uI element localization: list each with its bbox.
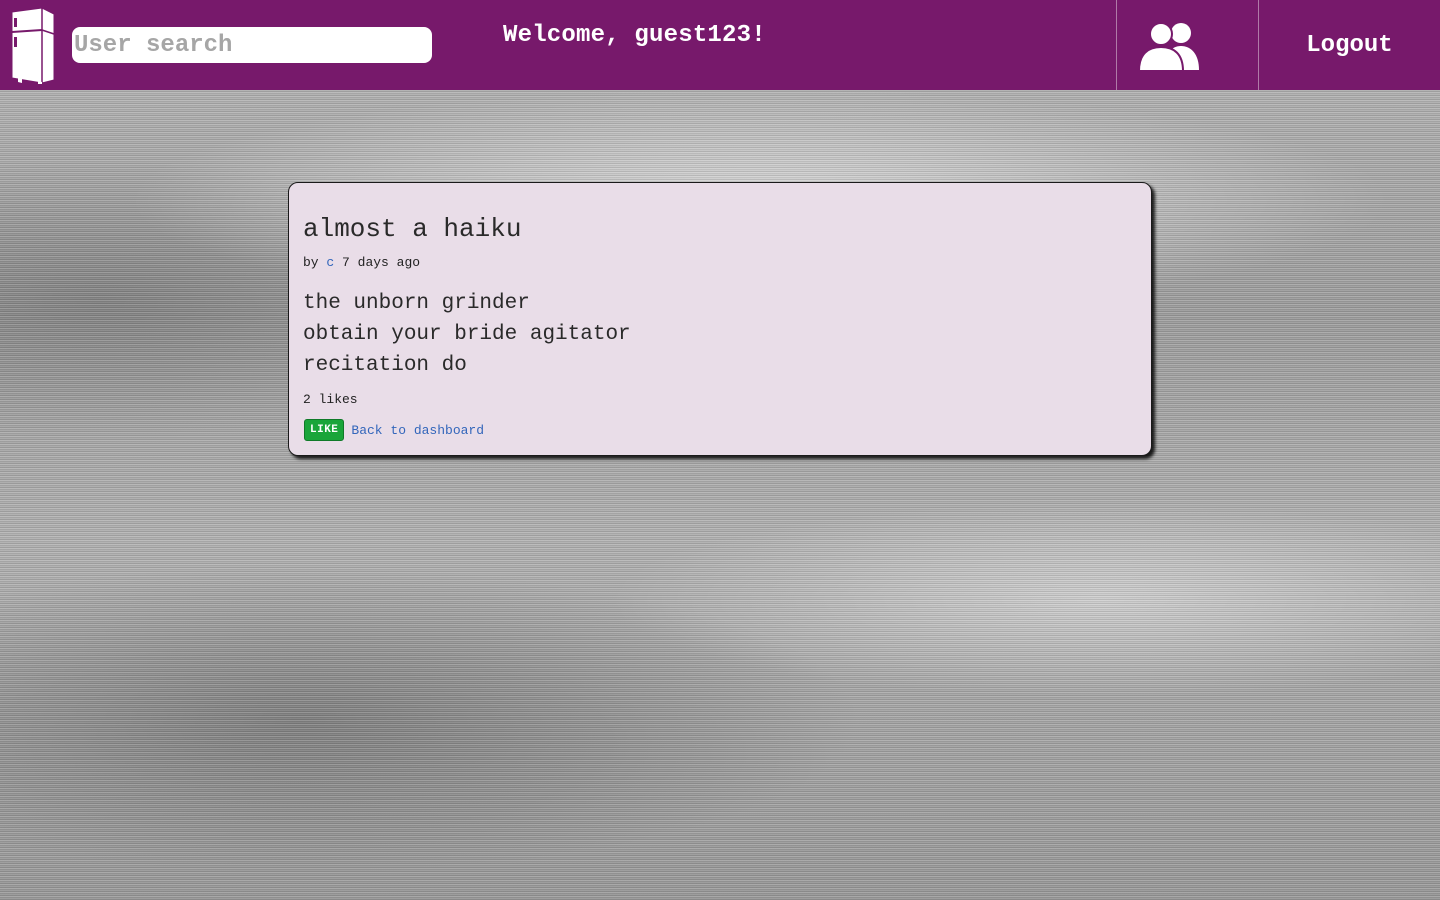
users-icon [1137,22,1199,72]
welcome-message: Welcome, guest123! [503,22,766,49]
users-button[interactable] [1116,0,1259,90]
fridge-icon [11,7,55,84]
by-label: by [303,255,319,270]
like-button[interactable]: LIKE [304,419,345,441]
post-line: obtain your bride agitator [303,323,631,346]
user-search [72,27,432,63]
logout-button[interactable]: Logout [1259,0,1440,90]
author-link[interactable]: c [326,255,334,270]
likes-count: 2 likes [303,392,358,407]
post-body: the unborn grinder obtain your bride agi… [303,288,631,381]
post-meta: by c 7 days ago [303,255,420,270]
user-search-input[interactable] [72,27,432,63]
post-card: almost a haiku by c 7 days ago the unbor… [288,182,1152,456]
fridge-logo-icon[interactable] [6,6,58,84]
post-line: recitation do [303,354,467,377]
post-timestamp: 7 days ago [342,255,421,270]
post-line: the unborn grinder [303,292,530,315]
top-navigation-bar: Welcome, guest123! Logout [0,0,1440,90]
post-actions: LIKE Back to dashboard [304,419,484,441]
back-to-dashboard-link[interactable]: Back to dashboard [351,423,484,438]
post-title: almost a haiku [303,214,522,244]
